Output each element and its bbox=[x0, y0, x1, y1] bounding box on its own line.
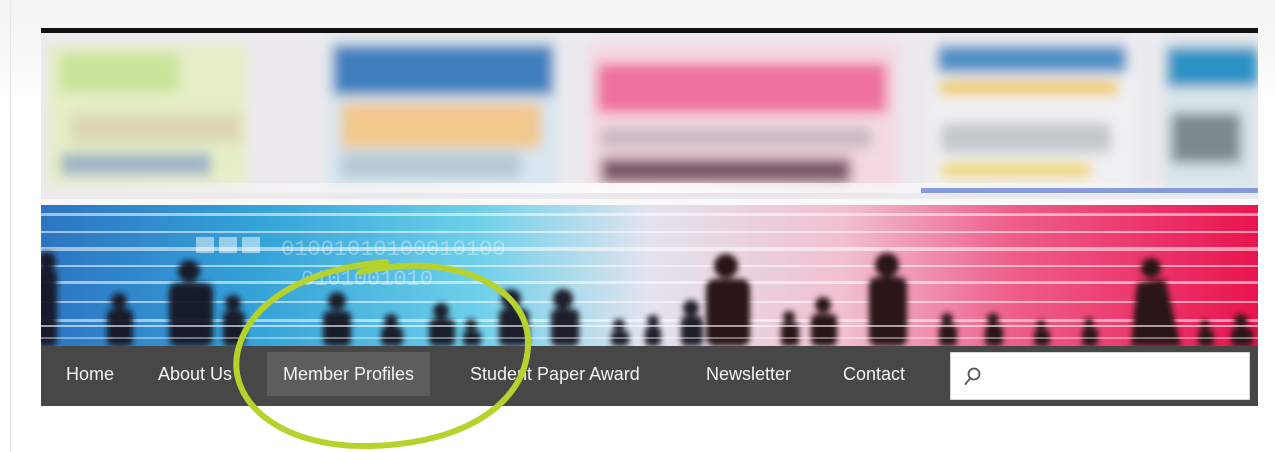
nav-item-member-profiles[interactable]: Member Profiles bbox=[267, 352, 431, 396]
nav-item-contact[interactable]: Contact bbox=[827, 352, 921, 396]
header-banner-image: 01001010100010100 0101001010 bbox=[41, 33, 1258, 346]
nav-item-about-us[interactable]: About Us bbox=[142, 352, 248, 396]
nav-item-newsletter[interactable]: Newsletter bbox=[690, 352, 807, 396]
svg-text:0101001010: 0101001010 bbox=[301, 267, 433, 292]
header-banner: 01001010100010100 0101001010 bbox=[41, 28, 1258, 346]
search-box[interactable] bbox=[950, 352, 1250, 400]
nav-item-home[interactable]: Home bbox=[50, 352, 130, 396]
page-edge-divider bbox=[10, 0, 11, 452]
main-navigation: Home About Us Member Profiles Student Pa… bbox=[41, 346, 1258, 406]
svg-text:01001010100010100: 01001010100010100 bbox=[281, 237, 505, 262]
search-input[interactable] bbox=[991, 361, 1245, 393]
nav-item-student-paper-award[interactable]: Student Paper Award bbox=[454, 352, 656, 396]
search-icon[interactable] bbox=[961, 365, 985, 389]
